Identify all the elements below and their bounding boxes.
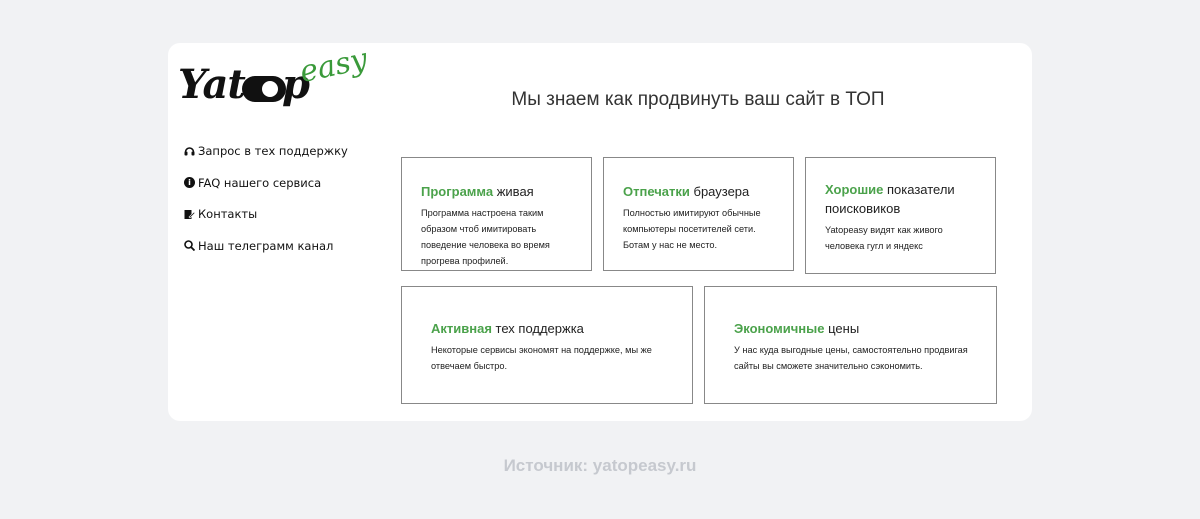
feature-title-highlight: Хорошие (825, 182, 884, 197)
feature-title-rest: тех поддержка (491, 321, 584, 336)
site-logo[interactable]: Yat p easy (178, 42, 378, 111)
feature-description: Полностью имитируют обычные компьютеры п… (623, 208, 761, 250)
nav-item-label: Контакты (198, 207, 258, 221)
feature-title: Хорошие показатели поисковиков (825, 180, 977, 218)
nav-item-label: Запрос в тех поддержку (198, 144, 348, 158)
page-headline: Мы знаем как продвинуть ваш сайт в ТОП (511, 89, 885, 110)
feature-title: Экономичные цены (734, 319, 976, 338)
sidebar-nav: Запрос в тех поддержку i FAQ нашего серв… (184, 143, 384, 269)
feature-title-highlight: Активная (431, 321, 492, 336)
feature-title-highlight: Экономичные (734, 321, 825, 336)
nav-item-label: FAQ нашего сервиса (198, 175, 322, 190)
feature-title: Отпечатки браузера (623, 182, 775, 201)
feature-card-fingerprints: Отпечатки браузера Полностью имитируют о… (603, 157, 794, 271)
feature-title: Активная тех поддержка (431, 319, 672, 338)
nav-item-contacts[interactable]: Контакты (184, 206, 384, 222)
feature-title-highlight: Программа (421, 184, 494, 199)
edit-icon (184, 209, 196, 220)
feature-description: Программа настроена таким образом чтоб и… (421, 208, 550, 266)
feature-description: Yatopeasy видят как живого человека гугл… (825, 225, 943, 251)
logo-toggle-icon (242, 76, 286, 102)
feature-description: У нас куда выгодные цены, самостоятельно… (734, 345, 968, 371)
nav-item-faq[interactable]: i FAQ нашего сервиса (184, 175, 384, 191)
feature-title-rest: браузера (689, 184, 750, 199)
nav-item-support-request[interactable]: Запрос в тех поддержку (184, 143, 384, 159)
headset-icon (184, 146, 195, 157)
nav-item-label: Наш телеграмм канал (198, 238, 334, 253)
info-icon: i (184, 177, 195, 188)
feature-card-search-metrics: Хорошие показатели поисковиков Yatopeasy… (805, 157, 996, 274)
feature-title-highlight: Отпечатки (623, 184, 690, 199)
feature-title: Программа живая (421, 182, 573, 201)
search-icon (184, 240, 196, 252)
feature-title-rest: цены (824, 321, 860, 336)
feature-description: Некоторые сервисы экономят на поддержке,… (431, 345, 652, 371)
feature-card-program: Программа живая Программа настроена таки… (401, 157, 592, 271)
feature-title-rest: живая (493, 184, 534, 199)
nav-item-telegram[interactable]: Наш телеграмм канал (184, 238, 384, 254)
logo-text-easy: easy (296, 41, 371, 90)
feature-card-prices: Экономичные цены У нас куда выгодные цен… (704, 286, 997, 404)
feature-card-support: Активная тех поддержка Некоторые сервисы… (401, 286, 693, 404)
logo-text-yat: Yat (178, 61, 246, 108)
source-caption: Источник: yatopeasy.ru (503, 456, 697, 475)
page-card: Yat p easy Запрос в тех поддержку i FAQ … (168, 42, 1032, 421)
